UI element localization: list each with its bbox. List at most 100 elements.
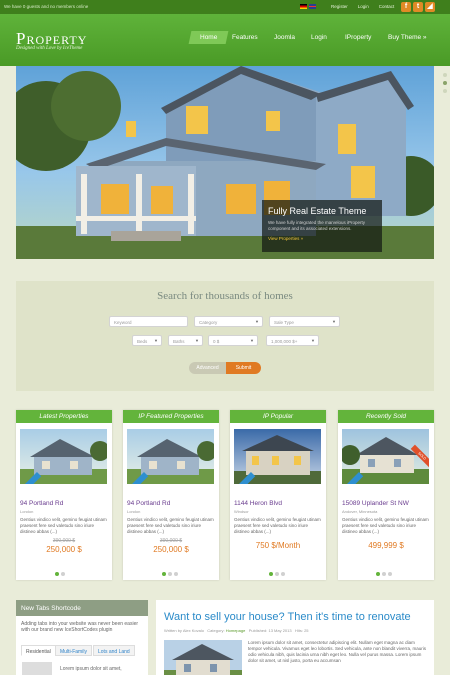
pager-dot[interactable] bbox=[281, 572, 285, 576]
min-price-select[interactable]: 0 $ ▼ bbox=[208, 335, 258, 346]
search-title: Search for thousands of homes bbox=[157, 290, 293, 302]
category-select[interactable]: Category ▼ bbox=[194, 316, 263, 327]
beds-value: Beds bbox=[137, 339, 148, 344]
tab-residential[interactable]: Residential bbox=[21, 645, 56, 656]
min-price-value: 0 $ bbox=[213, 339, 220, 344]
category-value: Category bbox=[199, 320, 218, 325]
chevron-down-icon: ▼ bbox=[332, 319, 336, 324]
pager-dot[interactable] bbox=[61, 572, 65, 576]
max-price-select[interactable]: 1,000,000 $+ ▼ bbox=[266, 335, 319, 346]
nav-home[interactable]: Home bbox=[188, 31, 229, 44]
box-text: Adding tabs into your website was never … bbox=[21, 621, 139, 633]
max-price-value: 1,000,000 $+ bbox=[271, 339, 298, 344]
article-title[interactable]: Want to sell your house? Then it's time … bbox=[164, 611, 411, 623]
english-flag-icon[interactable] bbox=[309, 4, 316, 9]
article-box: Want to sell your house? Then it's time … bbox=[156, 600, 434, 675]
pager-dot[interactable] bbox=[174, 572, 178, 576]
slide-dot[interactable] bbox=[443, 81, 447, 85]
card-heading: Latest Properties bbox=[16, 410, 112, 423]
pager-dot[interactable] bbox=[168, 572, 172, 576]
pager-dot[interactable] bbox=[55, 572, 59, 576]
top-bar: We have 0 guests and no members online R… bbox=[0, 0, 450, 14]
old-price: 390,000 $ bbox=[52, 538, 76, 544]
view-properties-link[interactable]: View Properties » bbox=[268, 236, 376, 241]
property-title[interactable]: 94 Portland Rd bbox=[127, 500, 170, 507]
property-location: London bbox=[20, 509, 34, 514]
login-link[interactable]: Login bbox=[358, 4, 369, 9]
property-description: Gentius vindico velit, gemino feugiat ut… bbox=[342, 517, 429, 534]
property-photo[interactable] bbox=[20, 429, 107, 484]
property-card-latest: Latest Properties 94 Portland Rd London … bbox=[16, 410, 112, 580]
slide-caption: Fully Real Estate Theme We have fully in… bbox=[262, 200, 382, 252]
pager-dot[interactable] bbox=[275, 572, 279, 576]
property-photo[interactable]: SOLD bbox=[342, 429, 429, 484]
property-price: 250,000 $ bbox=[153, 545, 189, 554]
rss-icon[interactable]: ◢ bbox=[425, 2, 435, 12]
house-thumbnail bbox=[164, 644, 242, 675]
online-status-text: We have 0 guests and no members online bbox=[4, 4, 89, 9]
tab-content: Lorem ipsum dolor sit amet, bbox=[16, 658, 148, 675]
slide-dot[interactable] bbox=[443, 89, 447, 93]
facebook-icon[interactable]: f bbox=[401, 2, 411, 12]
article-image bbox=[164, 640, 242, 675]
chevron-down-icon: ▼ bbox=[250, 338, 254, 343]
advanced-button[interactable]: Advanced bbox=[189, 362, 226, 374]
pager-dot[interactable] bbox=[382, 572, 386, 576]
sale-type-select[interactable]: Sale Type ▼ bbox=[269, 316, 340, 327]
property-photo[interactable] bbox=[234, 429, 321, 484]
nav-features[interactable]: Features bbox=[232, 34, 258, 41]
property-location: Andover, Minnesota bbox=[342, 509, 378, 514]
category-label: Category: bbox=[207, 628, 225, 633]
pager-dot[interactable] bbox=[162, 572, 166, 576]
twitter-icon[interactable]: t bbox=[413, 2, 423, 12]
baths-value: Baths bbox=[173, 339, 185, 344]
article-category-link[interactable]: Homepage bbox=[226, 628, 246, 633]
tab-thumbnail bbox=[22, 662, 52, 675]
property-card-sold: Recently Sold SOLD 15089 Uplander St NW … bbox=[338, 410, 434, 580]
card-heading: IP Featured Properties bbox=[123, 410, 219, 423]
card-pager bbox=[55, 572, 67, 578]
old-price: 390,000 $ bbox=[159, 538, 183, 544]
beds-select[interactable]: Beds ▼ bbox=[132, 335, 162, 346]
caption-title: Fully Real Estate Theme bbox=[268, 206, 367, 216]
pager-dot[interactable] bbox=[388, 572, 392, 576]
nav-login[interactable]: Login bbox=[311, 34, 327, 41]
property-title[interactable]: 1144 Heron Blvd bbox=[234, 500, 282, 507]
language-switcher bbox=[300, 4, 318, 10]
property-card-popular: IP Popular 1144 Heron Blvd Windsor Genti… bbox=[230, 410, 326, 580]
nav-buy-theme[interactable]: Buy Theme » bbox=[388, 34, 427, 41]
chevron-down-icon: ▼ bbox=[311, 338, 315, 343]
site-tagline: Designed with Love by IceTheme bbox=[16, 46, 83, 51]
social-icons: f t ◢ bbox=[399, 2, 435, 12]
article-meta: Written by Alex Kovalo Category: Homepag… bbox=[164, 628, 309, 633]
property-price: 499,999 $ bbox=[368, 541, 404, 550]
chevron-down-icon: ▼ bbox=[195, 338, 199, 343]
card-heading: IP Popular bbox=[230, 410, 326, 423]
property-photo[interactable] bbox=[127, 429, 214, 484]
nav-iproperty[interactable]: IProperty bbox=[345, 34, 371, 41]
register-link[interactable]: Register bbox=[331, 4, 348, 9]
article-body: Lorem ipsum dolor sit amet, consectetur … bbox=[248, 640, 427, 663]
article-published: Published: 13 May 2013 bbox=[248, 628, 292, 633]
property-location: Windsor bbox=[234, 509, 249, 514]
site-header: Property Designed with Love by IceTheme … bbox=[0, 14, 450, 66]
german-flag-icon[interactable] bbox=[300, 4, 307, 9]
property-description: Gentius vindico velit, gemino feugiat ut… bbox=[127, 517, 214, 534]
submit-button[interactable]: Submit bbox=[226, 362, 261, 374]
contact-link[interactable]: Contact bbox=[379, 4, 395, 9]
property-card-featured: IP Featured Properties 94 Portland Rd Lo… bbox=[123, 410, 219, 580]
baths-select[interactable]: Baths ▼ bbox=[168, 335, 203, 346]
chevron-down-icon: ▼ bbox=[154, 338, 158, 343]
slide-dot[interactable] bbox=[443, 73, 447, 77]
property-price: 750 $/Month bbox=[255, 541, 301, 550]
tab-multi-family[interactable]: Multi-Family bbox=[55, 645, 92, 656]
pager-dot[interactable] bbox=[376, 572, 380, 576]
caption-text: We have fully integrated the marvelous i… bbox=[268, 220, 365, 231]
tab-lots-and-land[interactable]: Lots and Land bbox=[93, 645, 135, 656]
pager-dot[interactable] bbox=[269, 572, 273, 576]
nav-joomla[interactable]: Joomla bbox=[274, 34, 295, 41]
sale-type-value: Sale Type bbox=[274, 320, 294, 325]
property-title[interactable]: 15089 Uplander St NW bbox=[342, 500, 409, 507]
keyword-input[interactable]: Keyword bbox=[109, 316, 188, 327]
property-title[interactable]: 94 Portland Rd bbox=[20, 500, 63, 507]
